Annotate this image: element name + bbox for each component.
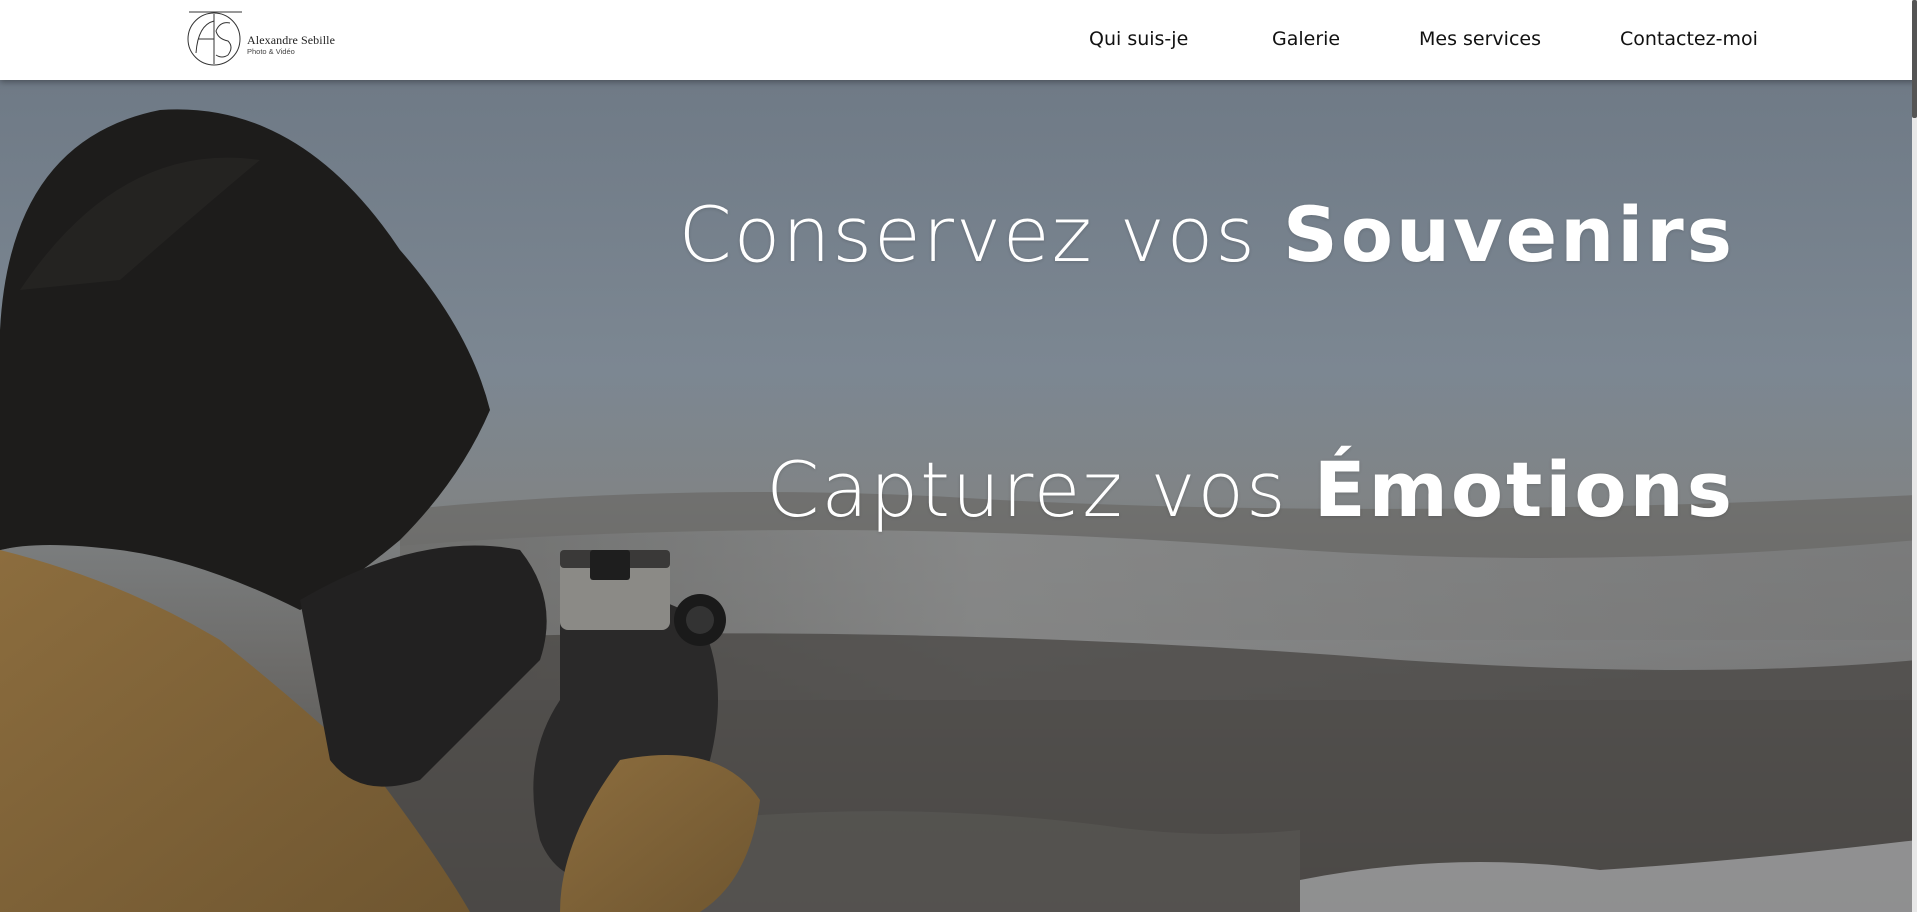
nav-item-galerie[interactable]: Galerie xyxy=(1272,28,1340,50)
headline-1-bold: Souvenirs xyxy=(1282,190,1735,279)
hero-section: Conservez vos Souvenirs Capturez vos Émo… xyxy=(0,80,1917,912)
headline-1-light: Conservez vos xyxy=(678,190,1257,279)
nav-item-qui-suis-je[interactable]: Qui suis-je xyxy=(1089,28,1188,50)
nav-item-mes-services[interactable]: Mes services xyxy=(1419,28,1541,50)
headline-2-light: Capturez vos xyxy=(766,445,1288,534)
page-scrollbar[interactable] xyxy=(1912,0,1917,912)
main-nav: Qui suis-je Galerie Mes services Contact… xyxy=(0,28,1917,56)
headline-2-bold: Émotions xyxy=(1313,445,1735,534)
hero-headline-souvenirs: Conservez vos Souvenirs xyxy=(679,190,1735,279)
scrollbar-thumb[interactable] xyxy=(1912,0,1917,118)
site-header: Alexandre Sebille Photo & Vidéo Qui suis… xyxy=(0,0,1917,80)
hero-headline-emotions: Capturez vos Émotions xyxy=(766,445,1735,534)
nav-item-contactez-moi[interactable]: Contactez-moi xyxy=(1620,28,1758,50)
